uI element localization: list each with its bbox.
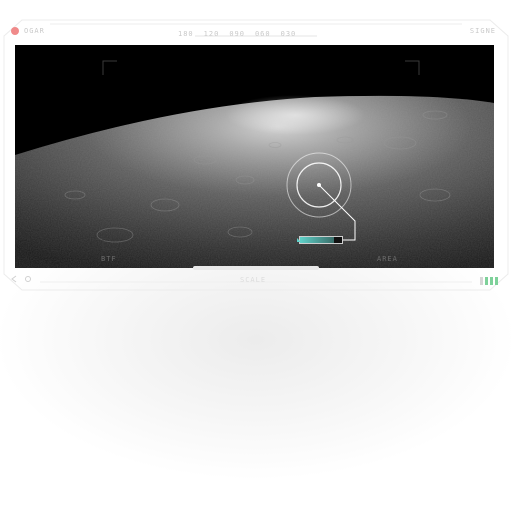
scan-level-fill <box>300 237 334 243</box>
scan-level-bar <box>299 236 343 244</box>
signal-bar <box>495 277 498 285</box>
crosshair-target-icon[interactable] <box>15 45 494 268</box>
planet-viewport[interactable]: BTF AREA <box>15 45 494 268</box>
tick-label: 090 <box>229 30 245 38</box>
tick-label: 030 <box>280 30 297 38</box>
scan-marker-icon <box>297 238 301 242</box>
signal-bar <box>480 277 483 285</box>
signal-bar <box>485 277 488 285</box>
bottom-center-label: SCALE <box>240 276 267 284</box>
top-center-ticks: 180 120 090 060 030 <box>178 30 296 38</box>
top-right-label: SIGNE <box>469 27 496 35</box>
bottom-right-label: AREA <box>377 255 398 263</box>
left-arrows-icon <box>11 275 31 283</box>
bottom-left-label: BTF <box>101 255 117 263</box>
signal-bar <box>490 277 493 285</box>
tick-label: 120 <box>203 30 220 38</box>
signal-bars-icon <box>480 277 498 285</box>
bottom-handle-bar[interactable] <box>193 266 319 270</box>
record-dot-icon[interactable] <box>11 27 19 35</box>
tick-label: 060 <box>254 30 271 38</box>
top-left-label: OGAR <box>24 27 45 35</box>
tick-label: 180 <box>178 30 194 38</box>
